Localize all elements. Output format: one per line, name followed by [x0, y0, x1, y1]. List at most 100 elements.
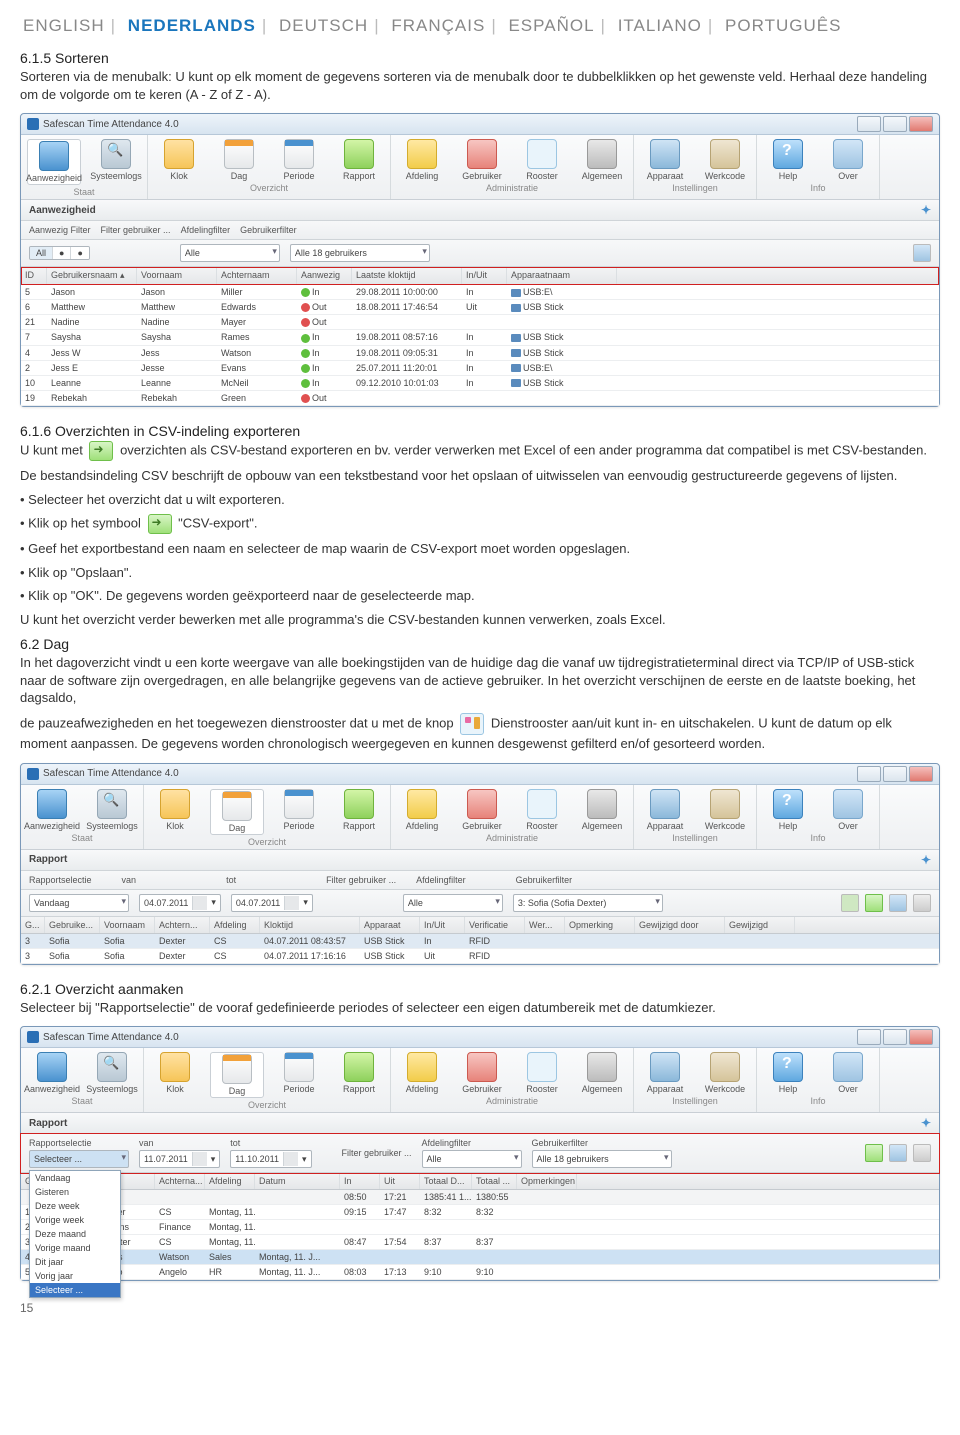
ribbon-dag[interactable]: Dag — [210, 789, 264, 835]
ribbon-klok[interactable]: Klok — [154, 139, 204, 181]
ribbon-help[interactable]: Help — [763, 1052, 813, 1094]
lang-italiano[interactable]: ITALIANO — [618, 16, 702, 35]
close-button[interactable] — [909, 1029, 933, 1045]
ribbon-gebruiker[interactable]: Gebruiker — [457, 1052, 507, 1094]
afdeling-combo[interactable]: Alle — [403, 894, 503, 912]
ribbon-werkcode[interactable]: Werkcode — [700, 139, 750, 181]
afdeling-combo[interactable]: Alle — [180, 244, 280, 262]
ribbon-gebruiker[interactable]: Gebruiker — [457, 789, 507, 831]
ribbon-apparaat[interactable]: Apparaat — [640, 789, 690, 831]
ribbon-systeemlogs[interactable]: Systeemlogs — [91, 139, 141, 185]
table-row[interactable]: 6MatthewMatthewEdwardsOut18.08.2011 17:4… — [21, 300, 939, 315]
maximize-button[interactable] — [883, 116, 907, 132]
ribbon-aanwezigheid[interactable]: Aanwezigheid — [27, 1052, 77, 1094]
ribbon-afdeling[interactable]: Afdeling — [397, 139, 447, 181]
minimize-button[interactable] — [857, 1029, 881, 1045]
dropdown-option[interactable]: Deze maand — [30, 1227, 120, 1241]
rapportselectie-dropdown[interactable]: VandaagGisterenDeze weekVorige weekDeze … — [29, 1170, 121, 1298]
table-row[interactable]: 10LeanneLeanneMcNeilIn09.12.2010 10:01:0… — [21, 376, 939, 391]
ribbon-periode[interactable]: Periode — [274, 139, 324, 181]
table-row[interactable]: 5JasonJasonMillerIn29.08.2011 10:00:00In… — [21, 285, 939, 300]
csv-icon[interactable] — [865, 1144, 883, 1162]
ribbon-apparaat[interactable]: Apparaat — [640, 1052, 690, 1094]
ribbon-aanwezigheid[interactable]: Aanwezigheid — [27, 789, 77, 831]
dropdown-option[interactable]: Vorige maand — [30, 1241, 120, 1255]
ribbon-rapport[interactable]: Rapport — [334, 1052, 384, 1098]
ribbon-dag[interactable]: Dag — [210, 1052, 264, 1098]
table-row[interactable]: 4Jess WJessWatsonSalesMontag, 11. J... — [21, 1250, 939, 1265]
table-row[interactable]: 19RebekahRebekahGreenOut — [21, 391, 939, 406]
table-row[interactable]: 2Jess EJesseEvansIn25.07.2011 11:20:01In… — [21, 361, 939, 376]
ribbon-rapport[interactable]: Rapport — [334, 789, 384, 835]
gebruiker-combo[interactable]: Alle 18 gebruikers — [290, 244, 430, 262]
grid-header[interactable]: G...Gebruike...mAchterna...AfdelingDatum… — [21, 1173, 939, 1190]
gebruiker-combo[interactable]: 3: Sofia (Sofia Dexter) — [513, 894, 663, 912]
lang-deutsch[interactable]: DEUTSCH — [279, 16, 368, 35]
ribbon-werkcode[interactable]: Werkcode — [700, 1052, 750, 1094]
lang-english[interactable]: ENGLISH — [23, 16, 105, 35]
table-row[interactable]: 2EvansFinanceMontag, 11. J... — [21, 1220, 939, 1235]
table-row[interactable]: 4Jess WJessWatsonIn19.08.2011 09:05:31In… — [21, 346, 939, 361]
afdeling-combo[interactable]: Alle — [422, 1150, 522, 1168]
ribbon-systeemlogs[interactable]: Systeemlogs — [87, 1052, 137, 1094]
ribbon-klok[interactable]: Klok — [150, 789, 200, 835]
table-row[interactable]: 1MillerCSMontag, 11. J...09:1517:478:328… — [21, 1205, 939, 1220]
ribbon-over[interactable]: Over — [823, 1052, 873, 1094]
ribbon-periode[interactable]: Periode — [274, 1052, 324, 1098]
lang-espanol[interactable]: ESPAÑOL — [508, 16, 594, 35]
ribbon-over[interactable]: Over — [823, 139, 873, 181]
ribbon-rooster[interactable]: Rooster — [517, 139, 567, 181]
panel-expand-icon[interactable]: ✦ — [921, 853, 931, 867]
ribbon-algemeen[interactable]: Algemeen — [577, 1052, 627, 1094]
ribbon-algemeen[interactable]: Algemeen — [577, 789, 627, 831]
lang-nederlands[interactable]: NEDERLANDS — [128, 16, 256, 35]
ribbon-systeemlogs[interactable]: Systeemlogs — [87, 789, 137, 831]
csv-icon[interactable] — [865, 894, 883, 912]
dropdown-option[interactable]: Vorig jaar — [30, 1269, 120, 1283]
lang-francais[interactable]: FRANÇAIS — [391, 16, 485, 35]
maximize-button[interactable] — [883, 1029, 907, 1045]
print-icon[interactable] — [913, 1144, 931, 1162]
ribbon-rooster[interactable]: Rooster — [517, 1052, 567, 1094]
ribbon-afdeling[interactable]: Afdeling — [397, 1052, 447, 1094]
grid-header[interactable]: IDGebruikersnaam ▴Voornaam AchternaamAan… — [21, 267, 939, 285]
close-button[interactable] — [909, 766, 933, 782]
ribbon-apparaat[interactable]: Apparaat — [640, 139, 690, 181]
ribbon-werkcode[interactable]: Werkcode — [700, 789, 750, 831]
close-button[interactable] — [909, 116, 933, 132]
panel-expand-icon[interactable]: ✦ — [921, 203, 931, 217]
minimize-button[interactable] — [857, 766, 881, 782]
table-row[interactable]: 21NadineNadineMayerOut — [21, 315, 939, 330]
ribbon-help[interactable]: Help — [763, 789, 813, 831]
print-icon[interactable] — [913, 894, 931, 912]
rapportselectie-combo[interactable]: Vandaag — [29, 894, 129, 912]
ribbon-rapport[interactable]: Rapport — [334, 139, 384, 181]
minimize-button[interactable] — [857, 116, 881, 132]
tot-date[interactable]: 04.07.2011▾ — [231, 894, 313, 912]
table-row[interactable]: 3DexterCSMontag, 11. J...08:4717:548:378… — [21, 1235, 939, 1250]
dropdown-option[interactable]: Gisteren — [30, 1185, 120, 1199]
rapportselectie-combo[interactable]: Selecteer ... — [29, 1150, 129, 1168]
ribbon-algemeen[interactable]: Algemeen — [577, 139, 627, 181]
table-row[interactable]: 3SofiaSofiaDexterCS04.07.2011 08:43:57US… — [21, 934, 939, 949]
ribbon-over[interactable]: Over — [823, 789, 873, 831]
maximize-button[interactable] — [883, 766, 907, 782]
dropdown-option[interactable]: Vandaag — [30, 1171, 120, 1185]
grid-header[interactable]: G...Gebruike...VoornaamAchtern...Afdelin… — [21, 917, 939, 934]
ribbon-gebruiker[interactable]: Gebruiker — [457, 139, 507, 181]
ribbon-periode[interactable]: Periode — [274, 789, 324, 835]
ribbon-help[interactable]: Help — [763, 139, 813, 181]
panel-expand-icon[interactable]: ✦ — [921, 1116, 931, 1130]
ribbon-afdeling[interactable]: Afdeling — [397, 789, 447, 831]
ribbon-dag[interactable]: Dag — [214, 139, 264, 181]
ribbon-aanwezigheid[interactable]: Aanwezigheid — [27, 139, 81, 185]
ribbon-rooster[interactable]: Rooster — [517, 789, 567, 831]
dropdown-option[interactable]: Vorige week — [30, 1213, 120, 1227]
lang-portugues[interactable]: PORTUGUÊS — [725, 16, 841, 35]
add-icon[interactable] — [841, 894, 859, 912]
aanwezig-segment[interactable]: All●● — [29, 246, 90, 260]
dropdown-option[interactable]: Dit jaar — [30, 1255, 120, 1269]
table-row[interactable]: 7SayshaSayshaRamesIn19.08.2011 08:57:16I… — [21, 330, 939, 345]
van-date[interactable]: 04.07.2011▾ — [139, 894, 221, 912]
dropdown-option[interactable]: Deze week — [30, 1199, 120, 1213]
